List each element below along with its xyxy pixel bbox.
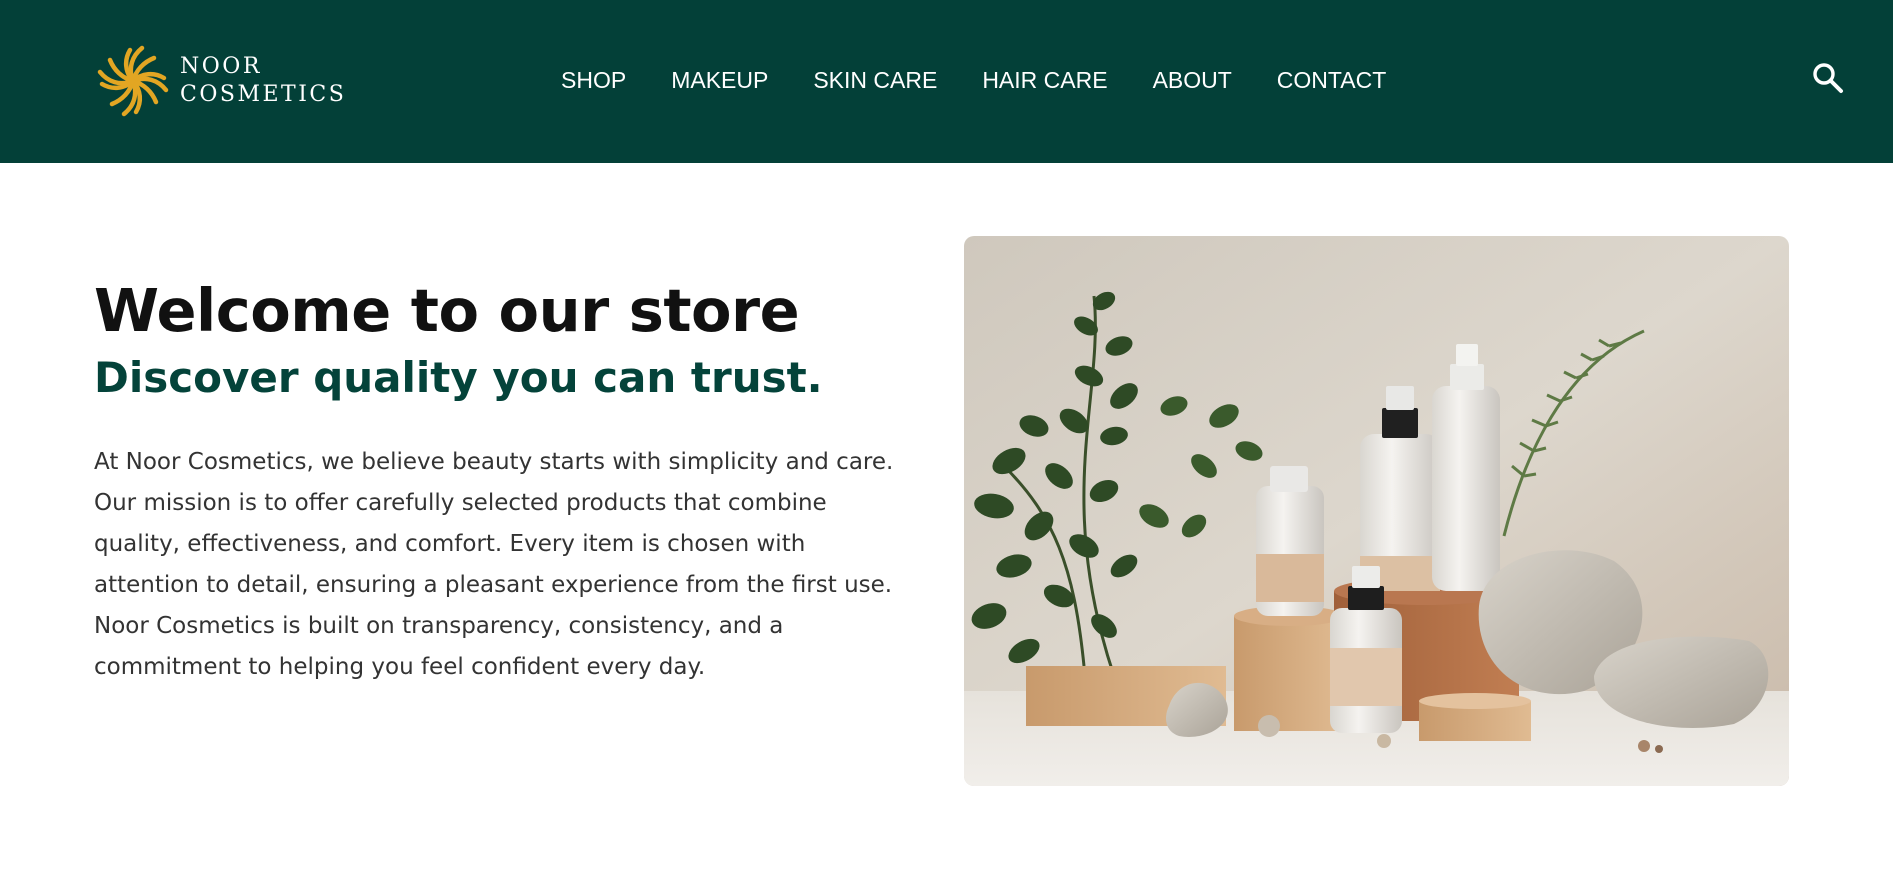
site-header: NOOR COSMETICS SHOP MAKEUP SKIN CARE HAI… xyxy=(0,0,1893,163)
nav-item-makeup[interactable]: MAKEUP xyxy=(671,64,768,96)
nav-item-about[interactable]: ABOUT xyxy=(1153,64,1232,96)
nav-item-hair-care[interactable]: HAIR CARE xyxy=(982,64,1107,96)
brand-name-line1: NOOR xyxy=(180,54,262,79)
search-icon xyxy=(1813,63,1843,93)
page-title: Welcome to our store xyxy=(94,276,800,345)
nav-item-contact[interactable]: CONTACT xyxy=(1277,64,1386,96)
brand-logo[interactable]: NOOR COSMETICS xyxy=(92,40,346,122)
nav-item-shop[interactable]: SHOP xyxy=(561,64,626,96)
search-button[interactable] xyxy=(1811,61,1845,95)
woven-star-logo-icon xyxy=(92,45,174,122)
page-subtitle: Discover quality you can trust. xyxy=(94,353,823,402)
brand-name: NOOR COSMETICS xyxy=(180,53,346,109)
intro-paragraph: At Noor Cosmetics, we believe beauty sta… xyxy=(94,449,894,680)
product-photo xyxy=(964,236,1789,786)
wood-pedestal-left xyxy=(1234,616,1344,731)
nav-item-skin-care[interactable]: SKIN CARE xyxy=(813,64,937,96)
brand-name-line2: COSMETICS xyxy=(180,82,347,107)
hero-image xyxy=(964,236,1789,786)
main-nav: SHOP MAKEUP SKIN CARE HAIR CARE ABOUT CO… xyxy=(561,64,1431,96)
